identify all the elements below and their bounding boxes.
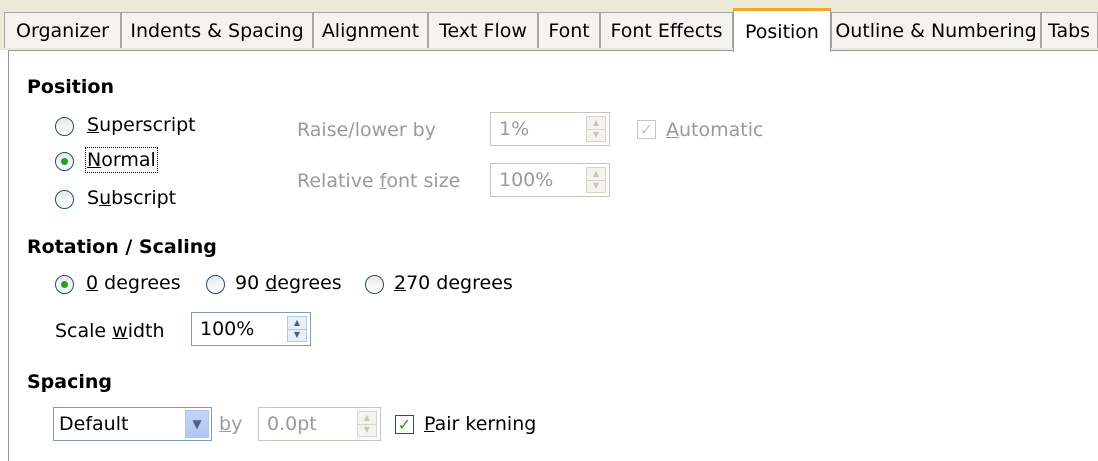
tab-label: Indents & Spacing bbox=[130, 19, 304, 42]
superscript-label[interactable]: Superscript bbox=[87, 114, 196, 136]
tab-indents-spacing[interactable]: Indents & Spacing bbox=[121, 12, 313, 48]
scale-width-label: Scale width bbox=[55, 320, 165, 342]
tab-tabs[interactable]: Tabs bbox=[1041, 12, 1098, 48]
pair-kerning-label[interactable]: Pair kerning bbox=[424, 413, 536, 435]
spacing-header: Spacing bbox=[27, 371, 113, 393]
spin-up-icon[interactable]: ▲ bbox=[358, 412, 376, 424]
tab-text-flow[interactable]: Text Flow bbox=[428, 12, 538, 48]
normal-radio[interactable] bbox=[55, 152, 74, 171]
tab-label: Outline & Numbering bbox=[835, 19, 1037, 42]
tab-label: Organizer bbox=[16, 19, 109, 42]
rotate-0-radio[interactable] bbox=[55, 275, 74, 294]
spin-buttons[interactable]: ▲ ▼ bbox=[357, 411, 377, 437]
chevron-down-icon[interactable]: ▼ bbox=[185, 410, 209, 438]
position-header: Position bbox=[27, 76, 114, 98]
subscript-label[interactable]: Subscript bbox=[87, 187, 176, 209]
spacing-mode-value: Default bbox=[59, 413, 129, 435]
spacing-by-value: 0.0pt bbox=[267, 413, 317, 435]
pair-kerning-checkbox[interactable]: ✓ bbox=[395, 415, 414, 434]
relative-size-value: 100% bbox=[499, 169, 554, 191]
tab-label: Font bbox=[548, 19, 590, 42]
spin-buttons[interactable]: ▲ ▼ bbox=[287, 316, 307, 342]
spin-down-icon[interactable]: ▼ bbox=[587, 179, 605, 193]
automatic-label: Automatic bbox=[666, 119, 764, 141]
rotate-90-label[interactable]: 90 degrees bbox=[235, 272, 342, 294]
rotate-270-label[interactable]: 270 degrees bbox=[394, 272, 513, 294]
rotate-90-radio[interactable] bbox=[206, 275, 225, 294]
rotation-header: Rotation / Scaling bbox=[27, 236, 217, 258]
superscript-radio[interactable] bbox=[55, 117, 74, 136]
normal-label[interactable]: Normal bbox=[85, 147, 158, 173]
rotate-270-radio[interactable] bbox=[365, 275, 384, 294]
rotate-0-label[interactable]: 0 degrees bbox=[86, 272, 181, 294]
tab-label: Font Effects bbox=[610, 19, 723, 42]
raise-lower-spinner[interactable]: 1% ▲ ▼ bbox=[490, 112, 610, 146]
spin-buttons[interactable]: ▲ ▼ bbox=[586, 116, 606, 142]
spin-buttons[interactable]: ▲ ▼ bbox=[586, 167, 606, 193]
automatic-checkbox[interactable]: ✓ bbox=[637, 120, 656, 139]
spacing-by-spinner[interactable]: 0.0pt ▲ ▼ bbox=[258, 407, 381, 441]
scale-width-value: 100% bbox=[200, 318, 255, 340]
tab-organizer[interactable]: Organizer bbox=[4, 12, 121, 48]
raise-lower-value: 1% bbox=[499, 118, 530, 140]
by-label: by bbox=[219, 413, 243, 435]
scale-width-spinner[interactable]: 100% ▲ ▼ bbox=[191, 312, 311, 346]
relative-size-label: Relative font size bbox=[297, 170, 461, 192]
spin-down-icon[interactable]: ▼ bbox=[358, 423, 376, 437]
spin-up-icon[interactable]: ▲ bbox=[288, 317, 306, 329]
relative-size-spinner[interactable]: 100% ▲ ▼ bbox=[490, 163, 610, 197]
spin-up-icon[interactable]: ▲ bbox=[587, 117, 605, 129]
raise-lower-label: Raise/lower by bbox=[297, 119, 436, 141]
tab-font[interactable]: Font bbox=[538, 12, 600, 48]
tab-label: Position bbox=[745, 20, 819, 43]
tab-label: Alignment bbox=[321, 19, 420, 42]
subscript-radio[interactable] bbox=[55, 190, 74, 209]
spin-up-icon[interactable]: ▲ bbox=[587, 168, 605, 180]
tab-strip: Organizer Indents & Spacing Alignment Te… bbox=[0, 0, 1098, 52]
tab-position[interactable]: Position bbox=[733, 8, 831, 52]
tab-outline-numbering[interactable]: Outline & Numbering bbox=[831, 12, 1041, 48]
spacing-mode-select[interactable]: Default ▼ bbox=[53, 407, 212, 441]
tab-font-effects[interactable]: Font Effects bbox=[600, 12, 733, 48]
tab-alignment[interactable]: Alignment bbox=[313, 12, 428, 48]
tab-label: Text Flow bbox=[439, 19, 527, 42]
spin-down-icon[interactable]: ▼ bbox=[587, 128, 605, 142]
tab-label: Tabs bbox=[1048, 19, 1091, 42]
spin-down-icon[interactable]: ▼ bbox=[288, 328, 306, 342]
